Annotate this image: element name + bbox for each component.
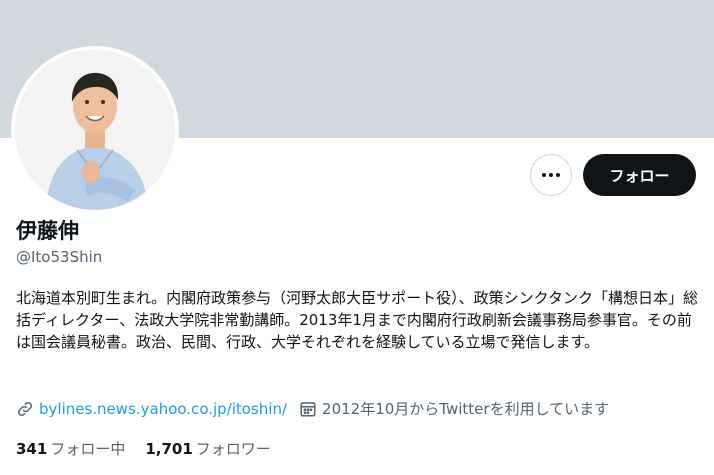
more-dots-icon xyxy=(542,173,560,177)
profile-meta: bylines.news.yahoo.co.jp/itoshin/ 2012年1… xyxy=(16,398,609,419)
followers-count-value: 1,701 xyxy=(145,440,193,458)
avatar[interactable] xyxy=(15,50,175,210)
follow-button-label: フォロー xyxy=(609,166,670,185)
following-count[interactable]: 341 フォロー中 xyxy=(16,438,125,459)
avatar-photo xyxy=(15,50,175,210)
following-count-value: 341 xyxy=(16,440,48,458)
joined-date-text: 2012年10月からTwitterを利用しています xyxy=(322,400,610,418)
link-icon xyxy=(16,400,34,418)
followers-count[interactable]: 1,701 フォロワー xyxy=(145,438,270,459)
following-count-label: フォロー中 xyxy=(50,440,126,458)
follow-stats: 341 フォロー中 1,701 フォロワー xyxy=(16,438,291,459)
user-handle: @Ito53Shin xyxy=(16,248,103,266)
avatar-frame[interactable] xyxy=(11,46,179,214)
calendar-icon xyxy=(299,400,317,418)
profile-bio: 北海道本別町生まれ。内閣府政策参与（河野太郎大臣サポート役）、政策シンクタンク「… xyxy=(16,289,699,351)
profile-link[interactable]: bylines.news.yahoo.co.jp/itoshin/ xyxy=(39,400,287,418)
follow-button[interactable]: フォロー xyxy=(583,154,696,196)
followers-count-label: フォロワー xyxy=(195,440,271,458)
display-name: 伊藤伸 xyxy=(16,219,79,243)
joined-date: 2012年10月からTwitterを利用しています xyxy=(299,398,609,419)
more-button[interactable] xyxy=(530,154,572,196)
